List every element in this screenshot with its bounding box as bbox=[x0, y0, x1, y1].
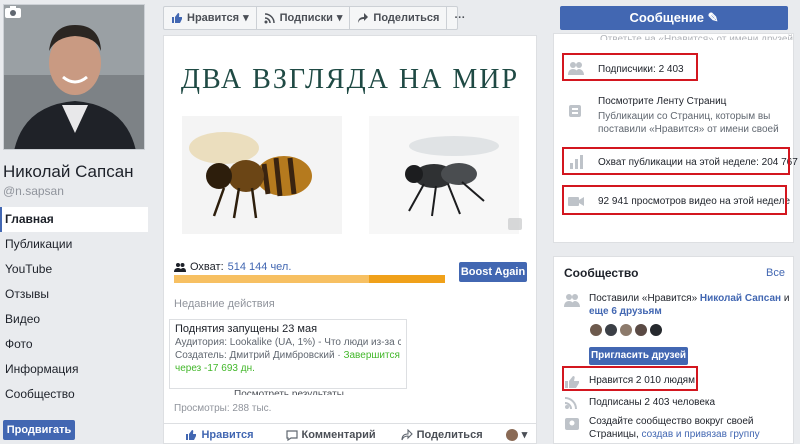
feed-desc-1: Публикации со Страниц, которым вы bbox=[598, 111, 771, 122]
nav-item-posts[interactable]: Публикации bbox=[0, 232, 148, 257]
boost-title: Поднятия запущены 23 мая bbox=[175, 323, 318, 335]
see-all-link[interactable]: Все bbox=[766, 267, 785, 279]
post-share-button[interactable]: Поделиться bbox=[386, 424, 497, 444]
more-button[interactable]: ··· bbox=[447, 7, 472, 29]
boost-status-tail: через -17 693 дн. bbox=[175, 363, 255, 374]
page-action-bar: Нравится ▾ Подписки ▾ Поделиться ··· bbox=[163, 6, 465, 30]
highlight-box-video bbox=[562, 185, 787, 215]
boost-again-button[interactable]: Boost Again bbox=[459, 262, 527, 282]
avatar bbox=[505, 428, 518, 441]
share-arrow-icon bbox=[358, 13, 369, 23]
recent-activity-header: Недавние действия bbox=[174, 298, 275, 310]
rss-icon bbox=[564, 397, 577, 410]
nav-item-videos[interactable]: Видео bbox=[0, 307, 148, 332]
nav-item-community[interactable]: Сообщество bbox=[0, 382, 148, 407]
comment-icon bbox=[285, 429, 298, 441]
create-group-link[interactable]: создав и привязав группу bbox=[642, 429, 760, 440]
reach-progress-fill bbox=[174, 275, 370, 283]
chevron-down-icon: ▾ bbox=[521, 429, 528, 441]
reach-row: Охват: 514 144 чел. bbox=[174, 261, 291, 273]
friend-avatars bbox=[589, 323, 664, 337]
volume-icon bbox=[508, 218, 522, 230]
reach-value[interactable]: 514 144 чел. bbox=[228, 261, 292, 273]
left-sidebar: Николай Сапсан @n.sapsan Главная Публика… bbox=[0, 0, 150, 444]
boost-creator: Создатель: Дмитрий Димбровский · Заверши… bbox=[175, 349, 401, 362]
post-views: Просмотры: 288 тыс. bbox=[174, 403, 272, 414]
create-group-line-2: Страницы, создав и привязав группу bbox=[589, 429, 760, 440]
liked-by-friends[interactable]: еще 6 друзьям bbox=[589, 306, 662, 317]
bee-and-fly-illustration bbox=[182, 116, 522, 234]
feed-icon bbox=[569, 105, 581, 117]
page-stats-card: Ответьте на «Нравится» от имени друзей П… bbox=[553, 33, 798, 243]
liked-by-prefix: Поставили «Нравится» bbox=[589, 293, 700, 304]
boost-summary-box[interactable]: Поднятия запущены 23 мая Аудитория: Look… bbox=[169, 319, 407, 389]
boost-audience: Аудитория: Lookalike (UA, 1%) - Что люди… bbox=[175, 337, 401, 348]
people-icon bbox=[174, 263, 186, 272]
highlight-box-subscribers bbox=[562, 53, 698, 81]
avatar[interactable] bbox=[619, 323, 633, 337]
subscribed-count[interactable]: Подписаны 2 403 человека bbox=[589, 397, 715, 408]
like-page-button[interactable]: Нравится ▾ bbox=[164, 7, 257, 29]
boost-creator-text: Создатель: Дмитрий Димбровский · bbox=[175, 350, 344, 361]
avatar[interactable] bbox=[3, 4, 145, 150]
thumbs-up-icon bbox=[172, 13, 182, 23]
share-page-label: Поделиться bbox=[373, 12, 440, 24]
promote-button[interactable]: Продвигать bbox=[3, 420, 75, 440]
stats-faded-top: Ответьте на «Нравится» от имени друзей bbox=[600, 34, 794, 40]
feed-desc-2: поставили «Нравится» от имени своей bbox=[598, 124, 779, 135]
pencil-icon: ✎ bbox=[707, 10, 719, 25]
nav-item-reviews[interactable]: Отзывы bbox=[0, 282, 148, 307]
see-results-link[interactable]: Посмотреть результаты bbox=[234, 389, 344, 395]
post-comment-button[interactable]: Комментарий bbox=[275, 424, 386, 444]
page-handle[interactable]: @n.sapsan bbox=[3, 184, 64, 198]
post-card: ДВА ВЗГЛЯДА НА МИР Охват: 514 144 чел. B… bbox=[163, 35, 537, 444]
message-button[interactable]: Сообщение ✎ bbox=[560, 6, 788, 30]
post-like-button[interactable]: Нравится bbox=[164, 424, 275, 444]
highlight-box-likes bbox=[562, 366, 698, 391]
boost-status: Завершится bbox=[343, 350, 400, 361]
avatar[interactable] bbox=[649, 323, 663, 337]
post-share-label: Поделиться bbox=[416, 428, 483, 441]
reach-progress-bar bbox=[174, 275, 445, 283]
post-as-selector[interactable]: ▾ bbox=[497, 424, 536, 444]
chevron-down-icon: ▾ bbox=[243, 12, 249, 24]
community-card: Сообщество Все Поставили «Нравится» Нико… bbox=[553, 256, 794, 444]
avatar[interactable] bbox=[589, 323, 603, 337]
create-group-prefix: Страницы, bbox=[589, 429, 642, 440]
post-comment-label: Комментарий bbox=[301, 428, 376, 441]
reach-label: Охват: bbox=[190, 261, 224, 273]
community-title: Сообщество bbox=[564, 266, 639, 280]
rss-icon bbox=[264, 13, 275, 24]
feed-title[interactable]: Посмотрите Ленту Страниц bbox=[598, 96, 726, 107]
like-page-label: Нравится bbox=[187, 12, 240, 24]
follow-button[interactable]: Подписки ▾ bbox=[257, 7, 351, 29]
chevron-down-icon: ▾ bbox=[336, 12, 343, 24]
profile-photo bbox=[4, 5, 144, 149]
follow-label: Подписки bbox=[279, 12, 333, 24]
liked-by-and: и bbox=[781, 293, 790, 304]
nav-item-youtube[interactable]: YouTube bbox=[0, 257, 148, 282]
post-actions: Нравится Комментарий Поделиться ▾ bbox=[164, 423, 536, 444]
post-like-label: Нравится bbox=[201, 428, 254, 441]
thumbs-up-icon bbox=[186, 429, 197, 440]
nav-item-info[interactable]: Информация bbox=[0, 357, 148, 382]
invite-friends-button[interactable]: Пригласить друзей bbox=[589, 347, 688, 365]
page-name[interactable]: Николай Сапсан bbox=[3, 162, 134, 182]
share-page-button[interactable]: Поделиться bbox=[350, 7, 448, 29]
create-group-line-1: Создайте сообщество вокруг своей bbox=[589, 416, 754, 427]
camera-icon[interactable] bbox=[4, 5, 22, 19]
share-arrow-icon bbox=[401, 428, 413, 440]
avatar[interactable] bbox=[604, 323, 618, 337]
nav-item-photos[interactable]: Фото bbox=[0, 332, 148, 357]
highlight-box-reach bbox=[562, 147, 790, 175]
liked-by-line: Поставили «Нравится» Николай Сапсан и bbox=[589, 293, 789, 304]
group-icon bbox=[565, 418, 579, 430]
liked-by-name[interactable]: Николай Сапсан bbox=[700, 293, 781, 304]
post-image[interactable]: ДВА ВЗГЛЯДА НА МИР bbox=[164, 36, 536, 244]
nav-item-home[interactable]: Главная bbox=[0, 207, 148, 232]
people-icon bbox=[564, 294, 580, 307]
avatar[interactable] bbox=[634, 323, 648, 337]
page-nav: Главная Публикации YouTube Отзывы Видео … bbox=[0, 207, 148, 407]
message-label: Сообщение bbox=[629, 10, 705, 25]
